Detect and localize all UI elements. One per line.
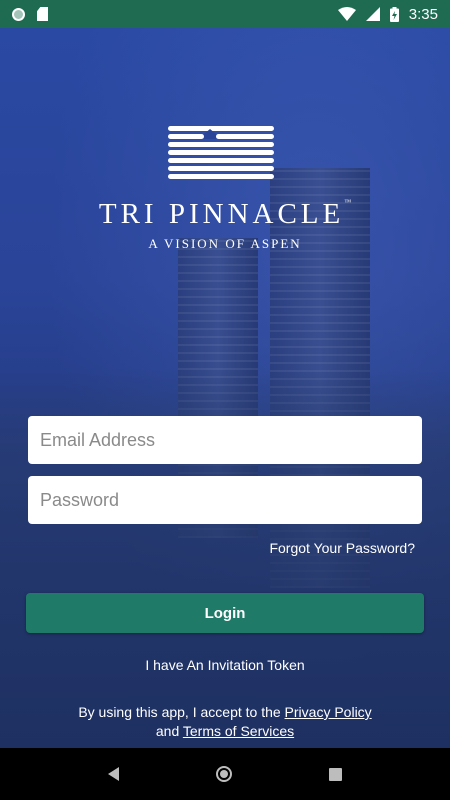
email-field[interactable] [28, 416, 422, 464]
legal-notice: By using this app, I accept to the Priva… [0, 703, 450, 741]
navigation-bar [0, 748, 450, 800]
brand-name-text: TRI PINNACLE [98, 198, 345, 230]
terms-of-services-link[interactable]: Terms of Services [183, 723, 294, 739]
sd-card-icon [37, 7, 48, 21]
cellular-signal-icon [365, 7, 380, 21]
status-bar-left [12, 7, 48, 21]
brand-name: TRI PINNACLE™ [0, 198, 450, 231]
status-time: 3:35 [408, 5, 438, 23]
invitation-token-link[interactable]: I have An Invitation Token [0, 657, 450, 673]
login-button[interactable]: Login [26, 593, 424, 633]
trademark-symbol: ™ [344, 198, 352, 206]
home-icon[interactable] [215, 766, 232, 782]
circle-notification-icon [12, 7, 25, 21]
forgot-password-link[interactable]: Forgot Your Password? [269, 540, 415, 556]
back-icon[interactable] [108, 767, 120, 781]
brand-tagline: A VISION OF ASPEN [148, 236, 302, 251]
legal-and: and [155, 723, 183, 739]
legal-prefix: By using this app, I accept to the [78, 704, 285, 720]
status-bar-right: 3:35 [337, 5, 438, 23]
tri-pinnacle-logo-icon [168, 126, 274, 179]
privacy-policy-link[interactable]: Privacy Policy [285, 704, 372, 720]
recents-icon[interactable] [328, 767, 342, 781]
status-bar: 3:35 [0, 0, 450, 28]
password-field[interactable] [28, 476, 422, 524]
wifi-icon [337, 7, 356, 21]
battery-charging-icon [389, 6, 399, 22]
